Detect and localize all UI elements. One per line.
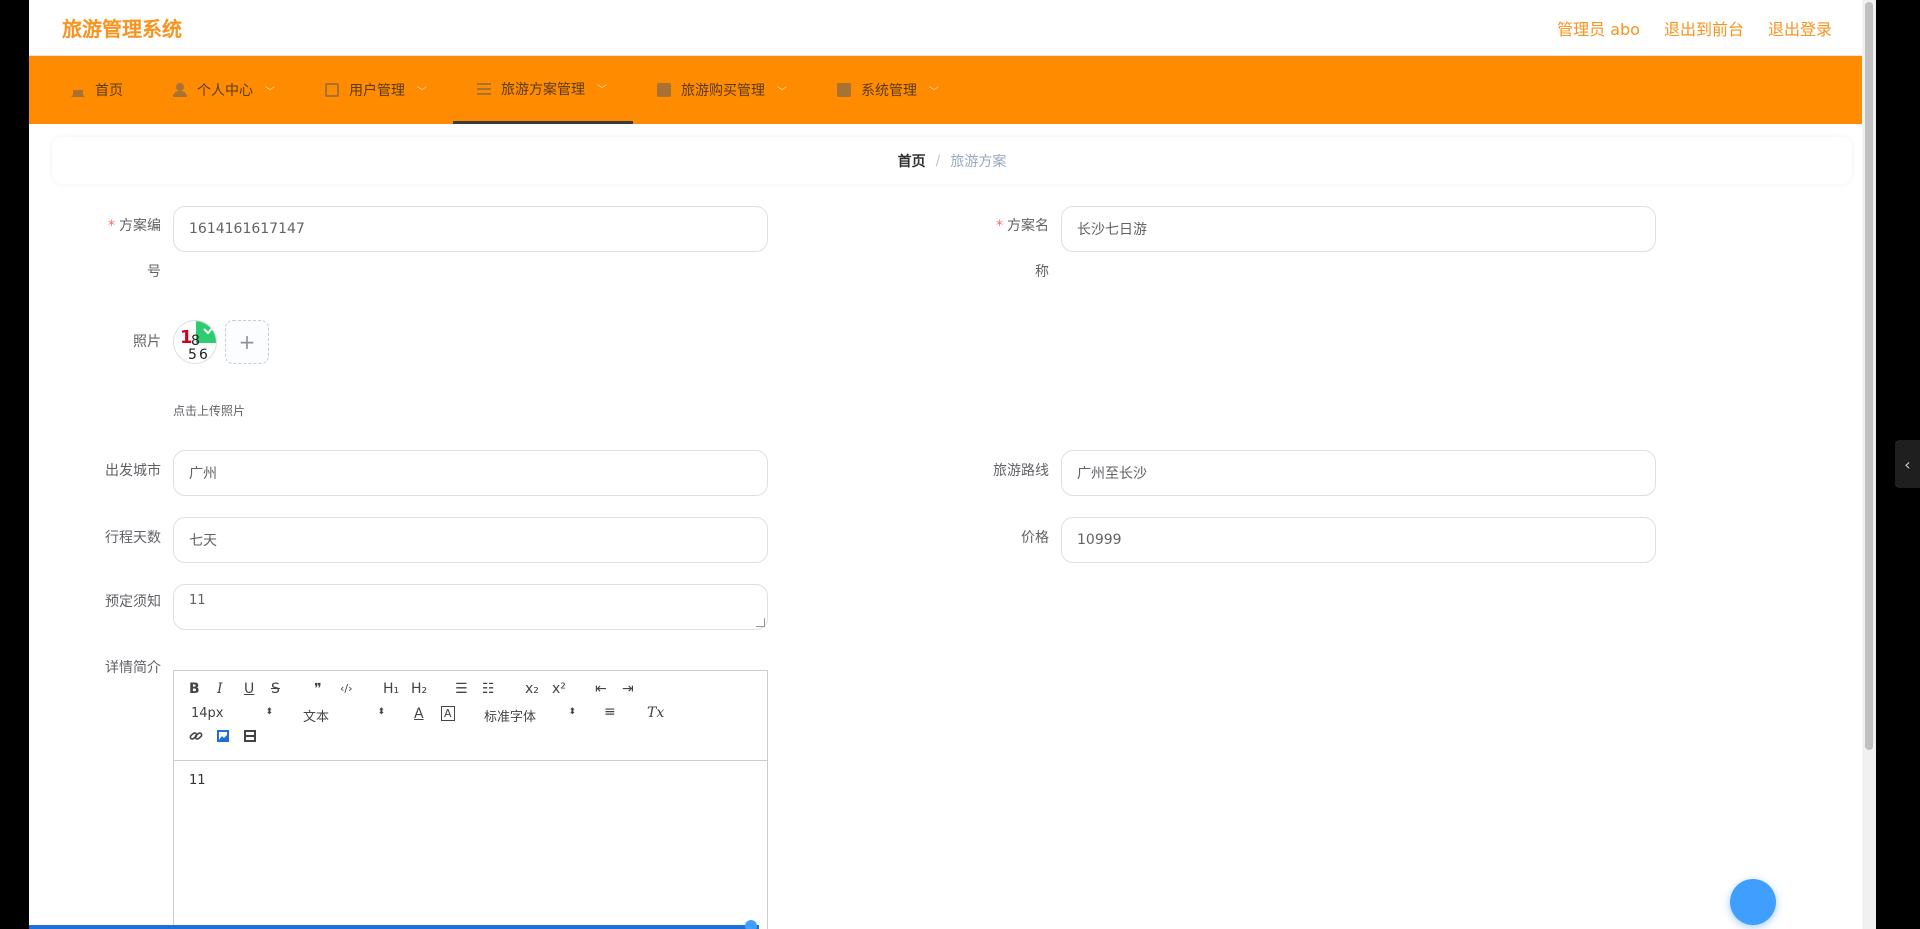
nav-item-purchases[interactable]: 旅游购买管理 ﹀ — [633, 56, 813, 124]
nav-label: 个人中心 — [197, 83, 253, 99]
quote-button[interactable]: ❞ — [314, 681, 322, 697]
plan-form: * 方案编 号 1614161617147 * 方案名 称 长沙七日游 照片 1 8… — [52, 194, 1852, 929]
bold-button[interactable]: B — [189, 681, 200, 697]
price-label: 价格 — [1021, 530, 1049, 546]
doc-icon — [837, 83, 851, 97]
user-icon — [173, 83, 187, 97]
notice-label: 预定须知 — [105, 594, 161, 610]
to-front-link[interactable]: 退出到前台 — [1664, 16, 1744, 40]
main-nav: 首页 个人中心 ﹀ 用户管理 ﹀ 旅游方案管理 ﹀ 旅游购买管理 ﹀ 系统管理 … — [29, 56, 1876, 124]
card-icon — [325, 83, 339, 97]
bg-color-button[interactable]: A — [441, 706, 455, 721]
nav-label: 旅游方案管理 — [501, 81, 585, 98]
breadcrumb: 首页 / 旅游方案 — [52, 137, 1852, 184]
image-icon — [217, 730, 229, 742]
nav-label: 首页 — [95, 83, 123, 99]
chevron-down-icon: ﹀ — [417, 86, 427, 98]
progress-bar — [29, 925, 759, 929]
indent-button[interactable]: ⇥ — [622, 681, 634, 697]
page-scrollbar[interactable] — [1862, 0, 1876, 929]
plan-no-input[interactable]: 1614161617147 — [173, 206, 768, 252]
top-links: 管理员 abo 退出到前台 退出登录 — [1557, 16, 1832, 40]
add-photo-button[interactable]: + — [225, 320, 269, 364]
h1-button[interactable]: H₁ — [383, 681, 399, 697]
nav-item-users[interactable]: 用户管理 ﹀ — [301, 56, 453, 124]
outdent-button[interactable]: ⇤ — [595, 681, 607, 697]
notice-textarea[interactable]: 11 — [173, 584, 768, 630]
chevron-down-icon: ﹀ — [777, 86, 787, 98]
plan-no-label-cont: 号 — [147, 264, 161, 280]
link-icon — [189, 732, 203, 740]
home-icon — [71, 83, 85, 97]
nav-label: 用户管理 — [349, 83, 405, 99]
svg-text:6: 6 — [199, 347, 208, 363]
bullet-list-button[interactable]: ☷ — [482, 681, 495, 697]
nav-label: 旅游购买管理 — [681, 83, 765, 99]
app-window: 旅游管理系统 管理员 abo 退出到前台 退出登录 首页 个人中心 ﹀ 用户管理… — [29, 0, 1876, 929]
photo-thumbnail[interactable]: 1 8 5 6 — [173, 320, 217, 364]
select-caret-icon: ⬍ — [265, 707, 273, 717]
nav-item-plans[interactable]: 旅游方案管理 ﹀ — [453, 56, 633, 124]
logout-link[interactable]: 退出登录 — [1768, 16, 1832, 40]
underline-button[interactable]: U — [244, 681, 254, 697]
select-caret-icon: ⬍ — [568, 707, 576, 717]
plan-name-label: * 方案名 — [996, 218, 1049, 234]
scrollbar-thumb[interactable] — [1865, 2, 1873, 750]
list-icon — [477, 82, 491, 96]
rich-text-editor: B I U S ❞ ‹/› H₁ H₂ ☰ ☷ x₂ x² ⇤ ⇥ 14px ⬍ … — [173, 670, 768, 929]
chevron-down-icon: ﹀ — [265, 86, 275, 98]
breadcrumb-home[interactable]: 首页 — [898, 151, 926, 171]
superscript-button[interactable]: x² — [552, 681, 566, 697]
breadcrumb-separator: / — [935, 152, 941, 169]
nav-item-profile[interactable]: 个人中心 ﹀ — [149, 56, 301, 124]
link-button[interactable] — [189, 729, 203, 746]
code-button[interactable]: ‹/› — [340, 682, 353, 695]
nav-item-home[interactable]: 首页 — [47, 56, 149, 124]
font-size-select[interactable]: 14px ⬍ — [191, 706, 273, 721]
days-input[interactable]: 七天 — [173, 517, 768, 563]
editor-toolbar: B I U S ❞ ‹/› H₁ H₂ ☰ ☷ x₂ x² ⇤ ⇥ 14px ⬍ … — [174, 671, 767, 761]
text-format-select[interactable]: 文本 ⬍ — [303, 706, 385, 725]
photo-label: 照片 — [133, 334, 161, 350]
select-caret-icon: ⬍ — [377, 707, 385, 717]
ordered-list-button[interactable]: ☰ — [455, 681, 468, 697]
plan-name-label-cont: 称 — [1035, 264, 1049, 280]
progress-handle[interactable] — [745, 920, 757, 929]
days-label: 行程天数 — [105, 530, 161, 546]
strike-button[interactable]: S — [271, 681, 280, 697]
image-button[interactable] — [216, 729, 230, 747]
admin-name: 管理员 abo — [1557, 19, 1640, 39]
nav-item-system[interactable]: 系统管理 ﹀ — [813, 56, 965, 124]
doc-icon — [657, 83, 671, 97]
align-button[interactable]: ≡ — [604, 704, 616, 720]
top-header: 旅游管理系统 管理员 abo 退出到前台 退出登录 — [29, 0, 1876, 56]
brand-title: 旅游管理系统 — [62, 17, 182, 41]
font-family-select[interactable]: 标准字体 ⬍ — [484, 706, 576, 725]
video-button[interactable] — [243, 729, 257, 747]
floating-action-button[interactable] — [1730, 879, 1776, 925]
clear-format-button[interactable]: Tx — [647, 705, 664, 721]
side-collapse-tab[interactable]: ‹ — [1895, 440, 1920, 488]
detail-label: 详情简介 — [105, 660, 161, 676]
route-input[interactable]: 广州至长沙 — [1061, 450, 1656, 496]
font-color-button[interactable]: A — [414, 706, 424, 722]
editor-content[interactable]: 11 — [174, 761, 767, 800]
plan-no-label: * 方案编 — [108, 218, 161, 234]
breadcrumb-current: 旅游方案 — [950, 153, 1007, 170]
price-input[interactable]: 10999 — [1061, 517, 1656, 563]
h2-button[interactable]: H₂ — [411, 681, 427, 697]
upload-hint: 点击上传照片 — [173, 404, 246, 418]
italic-button[interactable]: I — [217, 681, 223, 697]
chevron-down-icon: ﹀ — [929, 86, 939, 98]
nav-label: 系统管理 — [861, 83, 917, 99]
subscript-button[interactable]: x₂ — [525, 681, 539, 697]
video-icon — [244, 730, 256, 742]
photo-image: 1 8 5 6 — [180, 321, 216, 363]
chevron-down-icon: ﹀ — [597, 85, 607, 96]
plan-name-input[interactable]: 长沙七日游 — [1061, 206, 1656, 252]
city-input[interactable]: 广州 — [173, 450, 768, 496]
city-label: 出发城市 — [105, 463, 161, 479]
svg-text:5: 5 — [188, 347, 197, 363]
route-label: 旅游路线 — [993, 463, 1049, 479]
